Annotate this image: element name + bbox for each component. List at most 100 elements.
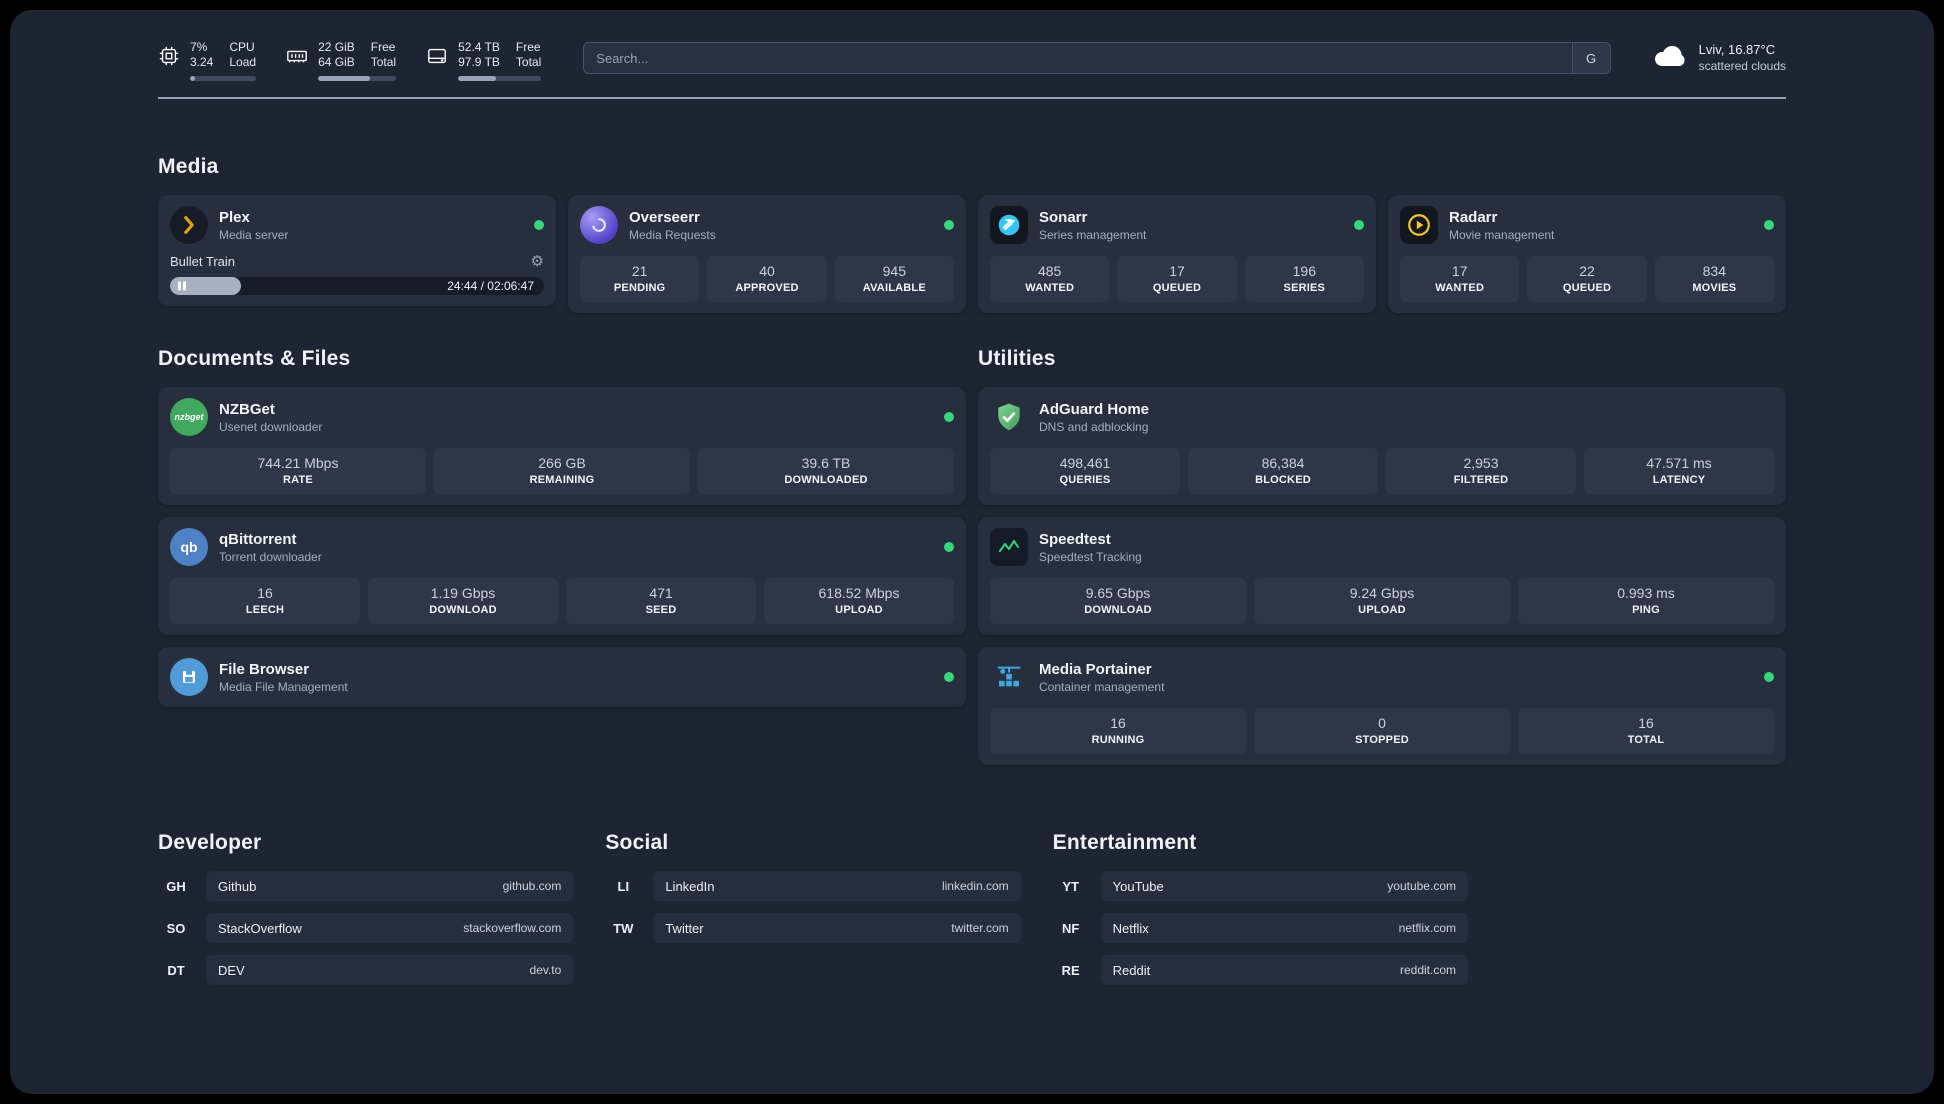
stat-value: 47.571 ms [1646,455,1712,471]
stat-tile: 485 WANTED [990,256,1110,302]
bookmark-name: Reddit [1112,962,1151,978]
disk-total-value: 97.9 TB [458,55,500,69]
bookmark-dev[interactable]: DT DEV dev.to [158,955,574,985]
bookmark-github[interactable]: GH Github github.com [158,871,574,901]
stat-tile: 618.52 Mbps UPLOAD [764,578,954,624]
bookmark-linkedin[interactable]: LI LinkedIn linkedin.com [605,871,1021,901]
app-card-adguard[interactable]: AdGuard Home DNS and adblocking 498,461 … [978,387,1786,505]
stat-label: QUEUED [1152,282,1202,294]
app-subtitle: DNS and adblocking [1039,419,1149,434]
dashboard: 7% CPU 3.24 Load 22 GiB Free 64 GiB Tota… [10,10,1934,1094]
search-bar: G [583,42,1611,74]
app-card-qbittorrent[interactable]: qb qBittorrent Torrent downloader 16 LEE… [158,517,966,635]
app-card-filebrowser[interactable]: File Browser Media File Management [158,647,966,707]
bookmark-url: stackoverflow.com [463,921,562,935]
stat-value: 1.19 Gbps [430,585,496,601]
topbar: 7% CPU 3.24 Load 22 GiB Free 64 GiB Tota… [158,40,1786,81]
stat-label: QUEUED [1562,282,1612,294]
stat-tile: 86,384 BLOCKED [1188,448,1378,494]
stat-tile: 16 LEECH [170,578,360,624]
stat-label: DOWNLOADED [784,474,868,486]
bookmark-youtube[interactable]: YT YouTube youtube.com [1053,871,1468,901]
stat-tile: 16 RUNNING [990,708,1246,754]
ram-widget: 22 GiB Free 64 GiB Total [286,40,397,81]
stat-label: QUERIES [1059,474,1111,486]
stat-value: 16 [1110,715,1126,731]
cpu-icon [158,45,180,72]
app-card-portainer[interactable]: Media Portainer Container management 16 … [978,647,1786,765]
stat-tile: 196 SERIES [1244,256,1364,302]
disk-total-label: Total [515,55,542,69]
bookmark-url: twitter.com [951,921,1009,935]
stat-tile: 39.6 TB DOWNLOADED [698,448,954,494]
stat-value: 39.6 TB [801,455,851,471]
bookmark-group-social: Social LI LinkedIn linkedin.com TW Twitt… [605,831,1021,997]
stat-label: SEED [645,604,677,616]
stat-tile: 0 STOPPED [1254,708,1510,754]
bookmark-name: StackOverflow [218,920,302,936]
plex-icon [170,206,208,244]
bookmark-url: dev.to [529,963,562,977]
cloud-icon [1653,42,1687,73]
media-section-title: Media [158,155,219,178]
stat-value: 21 [631,263,648,279]
stat-value: 485 [1037,263,1062,279]
app-card-nzbget[interactable]: nzbget NZBGet Usenet downloader 744.21 M… [158,387,966,505]
gear-icon[interactable]: ⚙ [531,254,544,269]
cpu-label: CPU [229,40,255,54]
playback-progress-bar[interactable]: 24:44 / 02:06:47 [170,277,544,295]
app-name: qBittorrent [219,530,297,548]
nzbget-icon-text: nzbget [174,412,204,422]
stat-tile: 16 TOTAL [1518,708,1774,754]
qbittorrent-icon-text: qb [180,539,198,555]
disk-icon [426,45,448,72]
app-card-overseerr[interactable]: Overseerr Media Requests 21 PENDING 40 A… [568,195,966,313]
stat-label: LATENCY [1652,474,1706,486]
bookmark-netflix[interactable]: NF Netflix netflix.com [1053,913,1468,943]
app-name: Media Portainer [1039,660,1152,678]
status-dot [1764,672,1774,682]
app-card-sonarr[interactable]: Sonarr Series management 485 WANTED 17 Q… [978,195,1376,313]
bookmark-stackoverflow[interactable]: SO StackOverflow stackoverflow.com [158,913,574,943]
bookmark-abbr: DT [167,962,185,978]
app-card-plex[interactable]: Plex Media server Bullet Train ⚙ 24:44 /… [158,195,556,306]
entertainment-group-title: Entertainment [1052,831,1197,854]
bookmark-name: Twitter [665,920,704,936]
bookmark-abbr: NF [1061,920,1080,936]
stat-tile: 834 MOVIES [1654,256,1774,302]
stat-value: 744.21 Mbps [257,455,339,471]
nzbget-icon: nzbget [170,398,208,436]
pause-icon[interactable] [178,281,186,291]
documents-section-title: Documents & Files [158,347,351,370]
ram-free-value: 22 GiB [318,40,355,54]
app-name: Overseerr [629,208,700,226]
status-dot [1764,220,1774,230]
stat-value: 16 [257,585,273,601]
app-card-radarr[interactable]: Radarr Movie management 17 WANTED 22 QUE… [1388,195,1786,313]
bookmark-reddit[interactable]: RE Reddit reddit.com [1053,955,1468,985]
stat-tile: 21 PENDING [580,256,700,302]
search-engine-button[interactable]: G [1571,43,1610,73]
bookmark-twitter[interactable]: TW Twitter twitter.com [605,913,1021,943]
stat-label: UPLOAD [1358,604,1406,616]
bookmark-url: reddit.com [1399,963,1456,977]
app-name: File Browser [219,660,310,678]
search-input[interactable] [584,43,1572,73]
overseerr-icon [580,206,618,244]
stat-tile: 17 QUEUED [1117,256,1237,302]
stat-value: 9.65 Gbps [1085,585,1151,601]
disk-free-value: 52.4 TB [458,40,500,54]
stat-value: 86,384 [1261,455,1305,471]
qbittorrent-icon: qb [170,528,208,566]
stat-value: 945 [882,263,906,279]
social-group-title: Social [605,831,669,854]
section-documents: Documents & Files nzbget NZBGet Usenet d… [158,347,966,707]
app-name: AdGuard Home [1039,400,1150,418]
app-name: Radarr [1449,208,1498,226]
stat-value: 834 [1702,263,1726,279]
stat-label: WANTED [1025,282,1075,294]
bookmark-group-entertainment: Entertainment YT YouTube youtube.com NF … [1053,831,1468,997]
app-card-speedtest[interactable]: Speedtest Speedtest Tracking 9.65 Gbps D… [978,517,1786,635]
app-subtitle: Media server [219,227,289,242]
now-playing-title: Bullet Train [170,254,236,269]
